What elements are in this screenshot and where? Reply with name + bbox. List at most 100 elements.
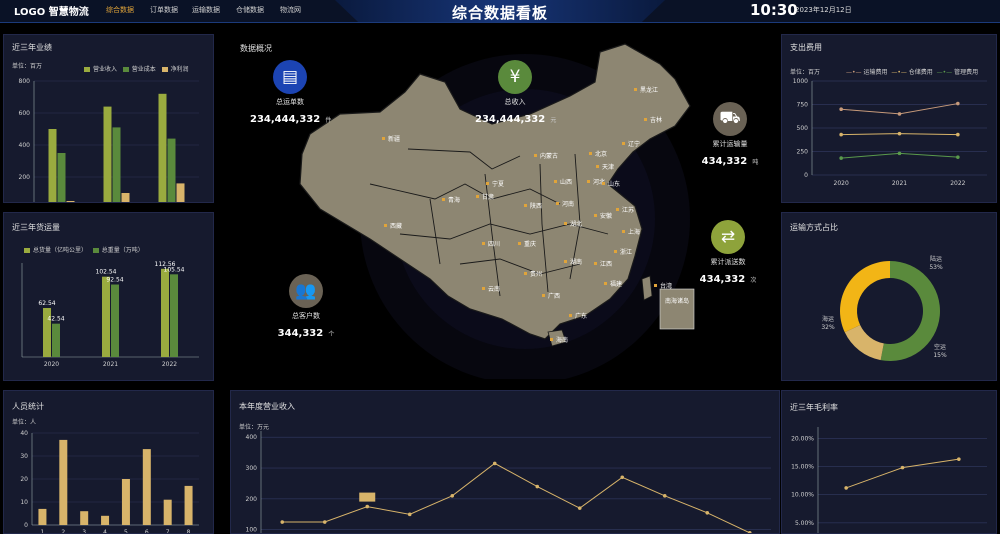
data-point <box>407 512 412 517</box>
stat-value: 434,332 <box>699 274 746 285</box>
bar <box>102 276 110 357</box>
x-tick-label: 2020 <box>834 180 849 187</box>
south-sea-inset <box>659 288 695 330</box>
bar <box>52 323 60 357</box>
bar <box>38 508 47 525</box>
data-point <box>957 457 961 461</box>
x-tick-label: 5 <box>124 529 128 533</box>
panel-title: 近三年货运量 <box>12 223 60 232</box>
monthly-panel: 本年度营业收入 单位：万元 100 200 300 400 <box>230 390 780 534</box>
province-marker <box>622 142 625 145</box>
province-label: 山东 <box>608 180 620 188</box>
nav-item-transport[interactable]: 运输数据 <box>192 5 220 15</box>
province-label: 山西 <box>560 178 572 186</box>
title-banner: 综合数据看板 <box>335 0 665 22</box>
data-point <box>839 156 843 160</box>
panel-title: 本年度营业收入 <box>239 402 295 411</box>
data-point <box>322 520 327 524</box>
province-label: 江西 <box>600 261 612 268</box>
nav-item-warehouse[interactable]: 仓储数据 <box>236 5 264 15</box>
province-marker <box>564 260 567 263</box>
stat-shipments: ⛟ 累计运输量 434,332 吨 <box>695 102 765 168</box>
highlight-tooltip <box>359 492 376 502</box>
province-marker <box>482 287 485 290</box>
clock: 10:30 <box>750 1 798 19</box>
bar <box>103 106 112 202</box>
province-label: 宁夏 <box>492 180 504 188</box>
bar <box>80 511 89 525</box>
data-label: 62.54 <box>38 300 55 307</box>
province-marker <box>569 314 572 317</box>
staff-panel: 人员统计 单位：人 0 10 20 30 40 1 2 3 4 5 6 7 8 <box>3 390 214 534</box>
bar <box>121 479 130 525</box>
bar <box>57 153 66 202</box>
data-point <box>535 484 540 489</box>
stat-label: 累计派送数 <box>710 258 746 266</box>
stat-value: 234,444,332 <box>475 114 546 125</box>
volume-panel: 近三年货运量 总货量（亿吨公里） 总重量（万吨） 62.54 42.54 2020 1… <box>3 212 214 381</box>
province-label: 四川 <box>488 241 500 248</box>
stat-unit: 个 <box>328 331 335 338</box>
series-line <box>282 462 750 533</box>
province-marker <box>604 282 607 285</box>
x-tick-label: 2 <box>61 529 65 533</box>
data-point <box>747 531 752 533</box>
data-point <box>897 131 902 136</box>
y-tick-label: 5.00% <box>795 520 814 527</box>
x-tick-label: 2020 <box>44 361 59 368</box>
stat-unit: 吨 <box>752 159 759 166</box>
y-tick-label: 0 <box>24 522 28 529</box>
y-tick-label: 200 <box>19 174 31 181</box>
data-point <box>365 504 370 509</box>
data-point <box>577 506 582 510</box>
data-point <box>839 132 843 137</box>
nav-item-network[interactable]: 物流网 <box>280 5 301 15</box>
province-marker <box>518 242 521 245</box>
panel-title: 近三年毛利率 <box>790 403 838 412</box>
province-label: 重庆 <box>524 240 536 248</box>
y-tick-label: 20 <box>20 476 28 483</box>
data-label: 105.54 <box>164 266 185 273</box>
bar <box>112 127 121 202</box>
province-label: 北京 <box>595 150 607 158</box>
legend: 营业收入 营业成本 净利润 <box>84 64 189 73</box>
stat-label: 总客户数 <box>292 312 320 320</box>
slice-label: 陆运 <box>930 255 942 263</box>
province-label: 内蒙古 <box>540 152 558 160</box>
x-tick-label: 7 <box>166 529 170 533</box>
stat-value: 234,444,332 <box>250 114 321 125</box>
province-marker <box>634 88 637 91</box>
x-tick-label: 2021 <box>892 180 907 187</box>
x-tick-label: 6 <box>145 529 149 533</box>
slice-percent: 15% <box>933 352 947 359</box>
stat-customers: 👥 总客户数 344,332 个 <box>268 274 344 340</box>
document-icon: ▤ <box>273 60 307 94</box>
map-panel: 数据概况 黑龙江 吉林 辽宁 内蒙古 北京 天津 河北 山西 山东 宁夏 甘肃 陕西 河南 青海 新疆 西藏四… <box>230 34 778 379</box>
bar <box>66 201 75 202</box>
business-chart: 0200400600800202020212022 <box>19 78 199 202</box>
y-tick-label: 400 <box>246 434 258 441</box>
margin-chart: 5.00% 10.00% 15.00% 20.00% <box>791 427 987 533</box>
transport-chart: 陆运53% 空运15% 海运32% <box>821 255 947 361</box>
province-marker <box>594 214 597 217</box>
data-label: 92.54 <box>106 277 123 284</box>
x-tick-label: 3 <box>82 529 86 533</box>
province-label: 湖北 <box>570 220 582 228</box>
province-label: 江苏 <box>622 206 634 214</box>
province-label: 天津 <box>602 164 614 171</box>
data-label: 102.54 <box>96 269 117 276</box>
stat-value: 434,332 <box>701 156 748 167</box>
transport-panel: 运输方式占比 陆运 53% 空运 15% 海运 32% <box>781 212 997 381</box>
data-point <box>897 112 902 116</box>
nav-item-overview[interactable]: 综合数据 <box>106 5 134 15</box>
province-marker <box>596 165 599 168</box>
nav-item-orders[interactable]: 订单数据 <box>150 5 178 15</box>
province-marker <box>550 338 553 341</box>
data-point <box>450 494 455 498</box>
province-marker <box>382 137 385 140</box>
stat-unit: 元 <box>550 117 557 124</box>
logo: LOGO 智慧物流 <box>14 7 89 18</box>
province-marker <box>589 152 592 155</box>
stat-revenue: ¥ 总收入 234,444,332 元 <box>475 60 557 126</box>
y-tick-label: 0 <box>804 172 808 179</box>
